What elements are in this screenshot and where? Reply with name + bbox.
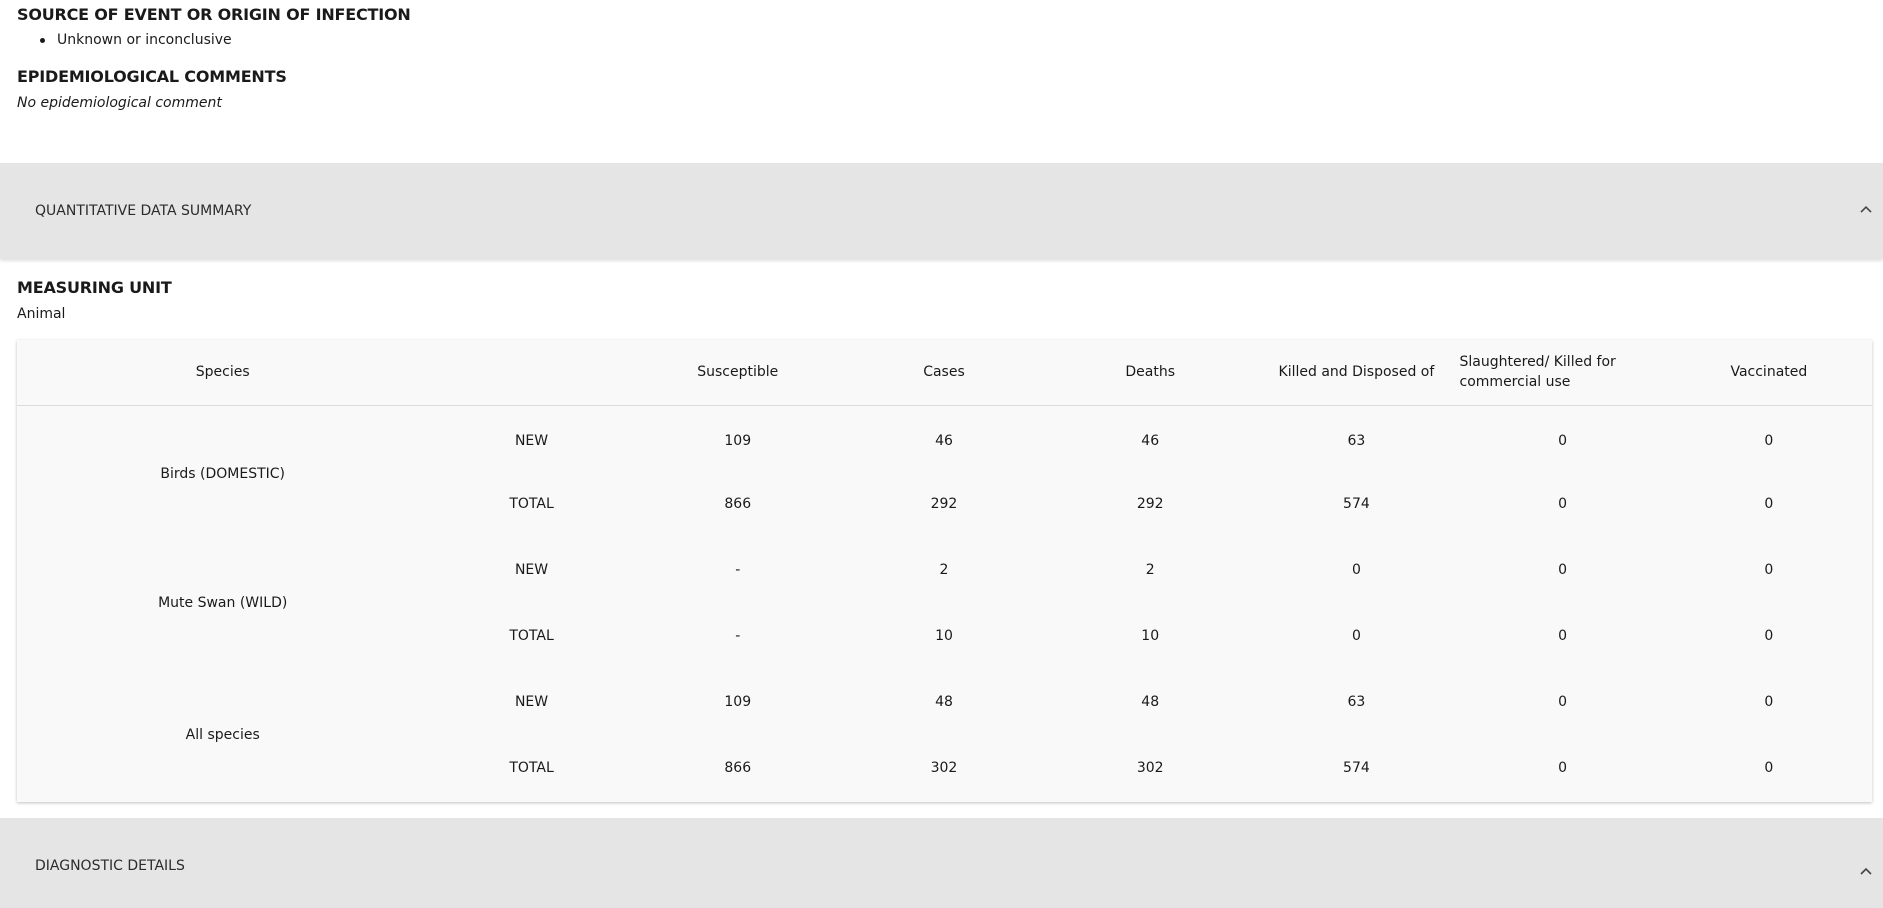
chevron-up-icon[interactable] (1857, 863, 1875, 881)
killed-cell: 574 (1343, 496, 1370, 512)
kind-cell: TOTAL (509, 628, 554, 644)
vaccinated-cell: 0 (1764, 694, 1774, 710)
event-info-section: SOURCE OF EVENT OR ORIGIN OF INFECTION U… (0, 0, 1883, 112)
killed-cell: 0 (1351, 562, 1361, 578)
slaughtered-cell: 0 (1558, 760, 1568, 776)
kind-cell: TOTAL (509, 760, 554, 776)
source-item: Unknown or inconclusive (40, 32, 1866, 49)
measuring-unit-title: MEASURING UNIT (17, 278, 172, 297)
epi-comment: No epidemiological comment (17, 95, 222, 111)
cases-cell: 48 (935, 694, 953, 710)
header-deaths: Deaths (1047, 340, 1254, 406)
species-cell: Birds (DOMESTIC) (160, 466, 286, 483)
header-killed-disposed: Killed and Disposed of (1253, 340, 1460, 406)
vaccinated-cell: 0 (1764, 760, 1774, 776)
susceptible-cell: 109 (724, 694, 752, 710)
quantitative-table-card: Species Susceptible Cases Deaths Killed … (17, 340, 1872, 802)
slaughtered-cell: 0 (1558, 628, 1568, 644)
cases-cell: 2 (939, 562, 949, 578)
kind-cell: TOTAL (509, 496, 554, 512)
source-title: SOURCE OF EVENT OR ORIGIN OF INFECTION (17, 5, 411, 24)
species-cell: All species (185, 727, 260, 743)
cases-cell: 46 (935, 433, 953, 450)
deaths-cell: 48 (1141, 694, 1160, 710)
susceptible-cell: - (735, 562, 741, 578)
susceptible-cell: 866 (724, 760, 752, 776)
table-row: Mute Swan (WILD) NEW - 2 2 0 0 0 (17, 537, 1872, 611)
slaughtered-cell: 0 (1558, 562, 1568, 578)
vaccinated-cell: 0 (1764, 628, 1774, 644)
cases-cell: 10 (935, 628, 953, 644)
quantitative-summary-label: QUANTITATIVE DATA SUMMARY (35, 203, 252, 219)
header-slaughtered: Slaughtered/ Killed for commercial use (1459, 340, 1666, 406)
susceptible-cell: - (735, 628, 741, 644)
deaths-cell: 302 (1136, 760, 1164, 776)
deaths-cell: 46 (1141, 433, 1160, 450)
slaughtered-cell: 0 (1558, 433, 1568, 450)
species-cell: Mute Swan (WILD) (158, 595, 288, 611)
susceptible-cell: 866 (724, 496, 752, 512)
vaccinated-cell: 0 (1764, 496, 1774, 512)
susceptible-cell: 109 (724, 433, 752, 450)
kind-cell: NEW (514, 694, 549, 710)
cases-cell: 302 (930, 760, 958, 776)
diagnostic-details-label: DIAGNOSTIC DETAILS (35, 858, 185, 874)
epi-title: EPIDEMIOLOGICAL COMMENTS (17, 67, 287, 86)
header-kind (428, 340, 635, 406)
slaughtered-cell: 0 (1558, 496, 1568, 512)
header-cases: Cases (840, 340, 1048, 406)
quantitative-table: Species Susceptible Cases Deaths Killed … (17, 340, 1872, 801)
killed-cell: 574 (1343, 760, 1370, 776)
killed-cell: 63 (1347, 433, 1366, 450)
header-susceptible: Susceptible (634, 340, 841, 406)
vaccinated-cell: 0 (1764, 433, 1774, 450)
cases-cell: 292 (930, 496, 958, 512)
killed-cell: 0 (1351, 628, 1361, 644)
deaths-cell: 292 (1136, 496, 1164, 512)
table-row: Birds (DOMESTIC) NEW 109 46 46 63 0 0 (17, 405, 1872, 482)
slaughtered-cell: 0 (1558, 694, 1568, 710)
chevron-up-icon[interactable] (1857, 201, 1875, 219)
table-header-row: Species Susceptible Cases Deaths Killed … (17, 340, 1872, 406)
quantitative-summary-panel-header[interactable]: QUANTITATIVE DATA SUMMARY (0, 163, 1883, 259)
killed-cell: 63 (1347, 694, 1366, 710)
vaccinated-cell: 0 (1764, 562, 1774, 578)
measuring-unit-value: Animal (17, 306, 66, 322)
diagnostic-details-panel-header[interactable]: DIAGNOSTIC DETAILS (0, 818, 1883, 908)
table-row: All species NEW 109 48 48 63 0 0 (17, 669, 1872, 743)
kind-cell: NEW (514, 562, 549, 578)
kind-cell: NEW (514, 433, 549, 450)
header-vaccinated: Vaccinated (1665, 340, 1872, 406)
deaths-cell: 10 (1141, 628, 1160, 644)
deaths-cell: 2 (1145, 562, 1155, 578)
source-list: Unknown or inconclusive (40, 32, 1866, 49)
header-species: Species (17, 340, 429, 406)
